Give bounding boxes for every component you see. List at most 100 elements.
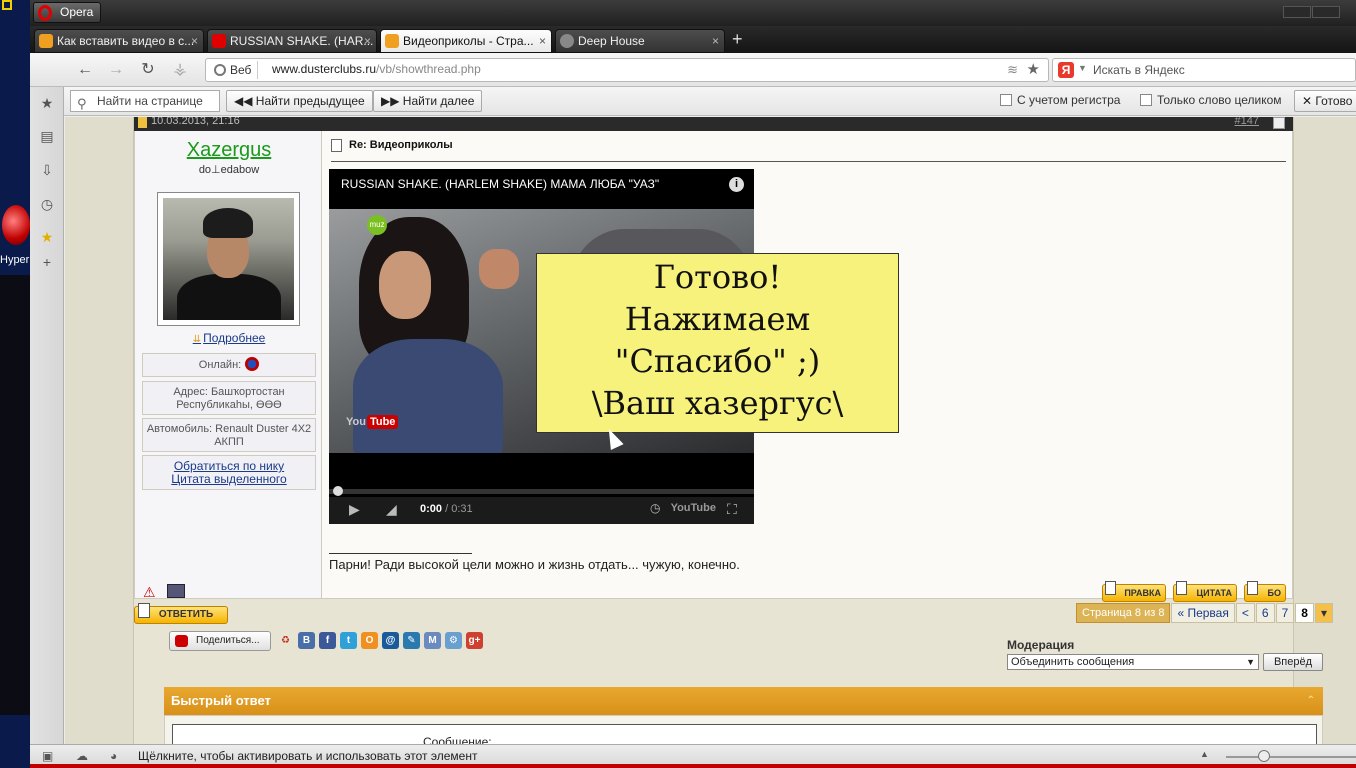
tab-how-to-insert-video[interactable]: Как вставить видео в с... ×: [34, 29, 204, 53]
youtube-logo-icon[interactable]: YouTube: [671, 502, 716, 514]
online-status-icon: [245, 357, 260, 371]
opera-unite-icon[interactable]: ☁: [76, 749, 90, 763]
twitter-icon[interactable]: t: [340, 632, 357, 649]
tab-favicon: [560, 34, 574, 48]
video-progress-bar[interactable]: [329, 486, 754, 496]
hyper-app-icon[interactable]: [2, 205, 30, 245]
prev-page-link[interactable]: <: [1235, 603, 1255, 623]
back-arrow-icon[interactable]: ←: [74, 59, 96, 81]
multiquote-button[interactable]: БО: [1244, 581, 1286, 602]
forward-arrow-icon[interactable]: →: [105, 59, 127, 81]
whole-word-checkbox[interactable]: Только слово целиком: [1140, 93, 1282, 107]
moderation-go-button[interactable]: Вперёд: [1263, 653, 1323, 671]
panel-toggle-icon[interactable]: ▣: [42, 749, 56, 763]
opera-window: Opera Как вставить видео в с... × RUSSIA…: [30, 0, 1356, 768]
share-button[interactable]: Поделиться...: [169, 631, 271, 651]
collapse-icon[interactable]: ⌃: [1307, 687, 1315, 715]
quote-selected-link[interactable]: Цитата выделенного: [143, 473, 315, 486]
user-details-link[interactable]: ⇊ Подробнее: [135, 331, 323, 345]
tab-close-icon[interactable]: ×: [712, 30, 719, 52]
zoom-slider-handle[interactable]: [1257, 750, 1270, 762]
favorites-star-icon[interactable]: ★: [39, 229, 55, 245]
find-next-button[interactable]: ▶▶ Найти далее: [373, 90, 483, 112]
vkontakte-icon[interactable]: В: [298, 632, 315, 649]
runner-share-icon[interactable]: ♻: [277, 632, 294, 649]
user-avatar[interactable]: [157, 192, 300, 326]
post-header-bar: 10.03.2013, 21:16 #147: [134, 117, 1293, 131]
rss-icon[interactable]: ≋: [1007, 62, 1018, 78]
avatar-coat-shape: [177, 274, 281, 320]
video-info-icon[interactable]: i: [729, 177, 744, 192]
tab-deep-house[interactable]: Deep House ×: [555, 29, 725, 53]
turbo-icon[interactable]: ◕: [110, 749, 124, 763]
yandex-search-field[interactable]: Я ▼ Искать в Яндекс: [1052, 58, 1356, 82]
quote-post-label: ЦИТАТА: [1196, 588, 1232, 598]
post-select-checkbox[interactable]: [1273, 117, 1285, 129]
address-field[interactable]: Веб www.dusterclubs.ru/vb/showthread.php…: [205, 58, 1049, 82]
desktop-strip: Hyper: [0, 0, 30, 768]
match-case-checkbox[interactable]: С учетом регистра: [1000, 93, 1120, 107]
tab-close-icon[interactable]: ×: [191, 30, 198, 52]
tab-label: Как вставить видео в с...: [57, 34, 195, 48]
settings-share-icon[interactable]: ⚙: [445, 632, 462, 649]
bookmark-star-icon[interactable]: ★: [1027, 60, 1040, 78]
livejournal-icon[interactable]: ✎: [403, 632, 420, 649]
post-title-divider: [331, 161, 1286, 162]
message-label: Сообщение:: [423, 735, 492, 744]
find-input[interactable]: ⚲ Найти на странице: [70, 90, 220, 112]
moimir-icon[interactable]: М: [424, 632, 441, 649]
history-clock-icon[interactable]: ◷: [39, 196, 55, 212]
page-7-link[interactable]: 7: [1275, 603, 1295, 623]
scroll-up-icon[interactable]: ▲: [1200, 749, 1214, 763]
new-tab-button[interactable]: +: [732, 30, 743, 48]
reply-button[interactable]: ОТВЕТИТЬ: [134, 603, 228, 624]
ip-computer-icon[interactable]: [167, 584, 185, 598]
video-scene-hand: [479, 249, 519, 289]
title-bar: Opera: [30, 0, 1356, 26]
odnoklassniki-icon[interactable]: О: [361, 632, 378, 649]
moderation-select[interactable]: Объединить сообщения ▼: [1007, 654, 1259, 670]
play-icon[interactable]: ▶: [349, 501, 360, 518]
tab-close-icon[interactable]: ×: [364, 30, 371, 52]
zoom-slider[interactable]: [1226, 750, 1356, 762]
tab-russian-shake[interactable]: RUSSIAN SHAKE. (HAR... ×: [207, 29, 377, 53]
page-6-link[interactable]: 6: [1255, 603, 1275, 623]
address-toolbar: ← → ↻ ⚶ Веб www.dusterclubs.ru/vb/showth…: [30, 53, 1356, 87]
reload-icon[interactable]: ↻: [137, 59, 159, 81]
first-page-link[interactable]: « Первая: [1171, 603, 1235, 623]
video-title[interactable]: RUSSIAN SHAKE. (HARLEM SHAKE) МАМА ЛЮБА …: [341, 177, 659, 191]
report-warning-icon[interactable]: ⚠: [143, 584, 159, 600]
match-case-label: С учетом регистра: [1017, 93, 1121, 107]
video-progress-handle[interactable]: [333, 486, 343, 496]
minimize-button[interactable]: [1283, 6, 1311, 18]
search-engine-dropdown-icon[interactable]: ▼: [1078, 63, 1087, 73]
search-icon: ⚲: [77, 96, 87, 111]
find-previous-button[interactable]: ◀◀ Найти предыдущее: [226, 90, 373, 112]
page-jump-dropdown[interactable]: ▾: [1314, 603, 1333, 623]
tab-videopriколы[interactable]: Видеоприколы - Стра... ×: [380, 29, 552, 53]
downloads-icon[interactable]: ⇩: [39, 162, 55, 178]
opera-menu-button[interactable]: Opera: [33, 2, 101, 23]
bookmarks-star-icon[interactable]: ★: [39, 95, 55, 111]
watch-later-clock-icon[interactable]: ◷: [650, 501, 660, 515]
youtube-watermark-you: You: [346, 416, 366, 428]
tab-close-icon[interactable]: ×: [539, 30, 546, 52]
edit-post-button[interactable]: ПРАВКА: [1102, 581, 1166, 602]
fullscreen-icon[interactable]: ⛶: [727, 501, 737, 518]
google-plus-icon[interactable]: g+: [466, 632, 483, 649]
maximize-button[interactable]: [1312, 6, 1340, 18]
post-date: 10.03.2013, 21:16: [151, 117, 240, 127]
volume-icon[interactable]: ◢: [386, 501, 397, 518]
web-badge[interactable]: Веб: [210, 61, 259, 79]
find-done-button[interactable]: ✕ Готово: [1294, 90, 1356, 112]
add-panel-icon[interactable]: +: [39, 254, 55, 270]
video-time-total: / 0:31: [442, 503, 473, 515]
quote-post-button[interactable]: ЦИТАТА: [1173, 581, 1237, 602]
username-link[interactable]: Xazergus: [135, 139, 323, 162]
notes-icon[interactable]: ▤: [39, 128, 55, 144]
mailru-icon[interactable]: @: [382, 632, 399, 649]
post-number-link[interactable]: #147: [1235, 117, 1259, 127]
facebook-icon[interactable]: f: [319, 632, 336, 649]
key-icon[interactable]: ⚶: [169, 59, 191, 81]
share-button-label: Поделиться...: [196, 635, 260, 646]
